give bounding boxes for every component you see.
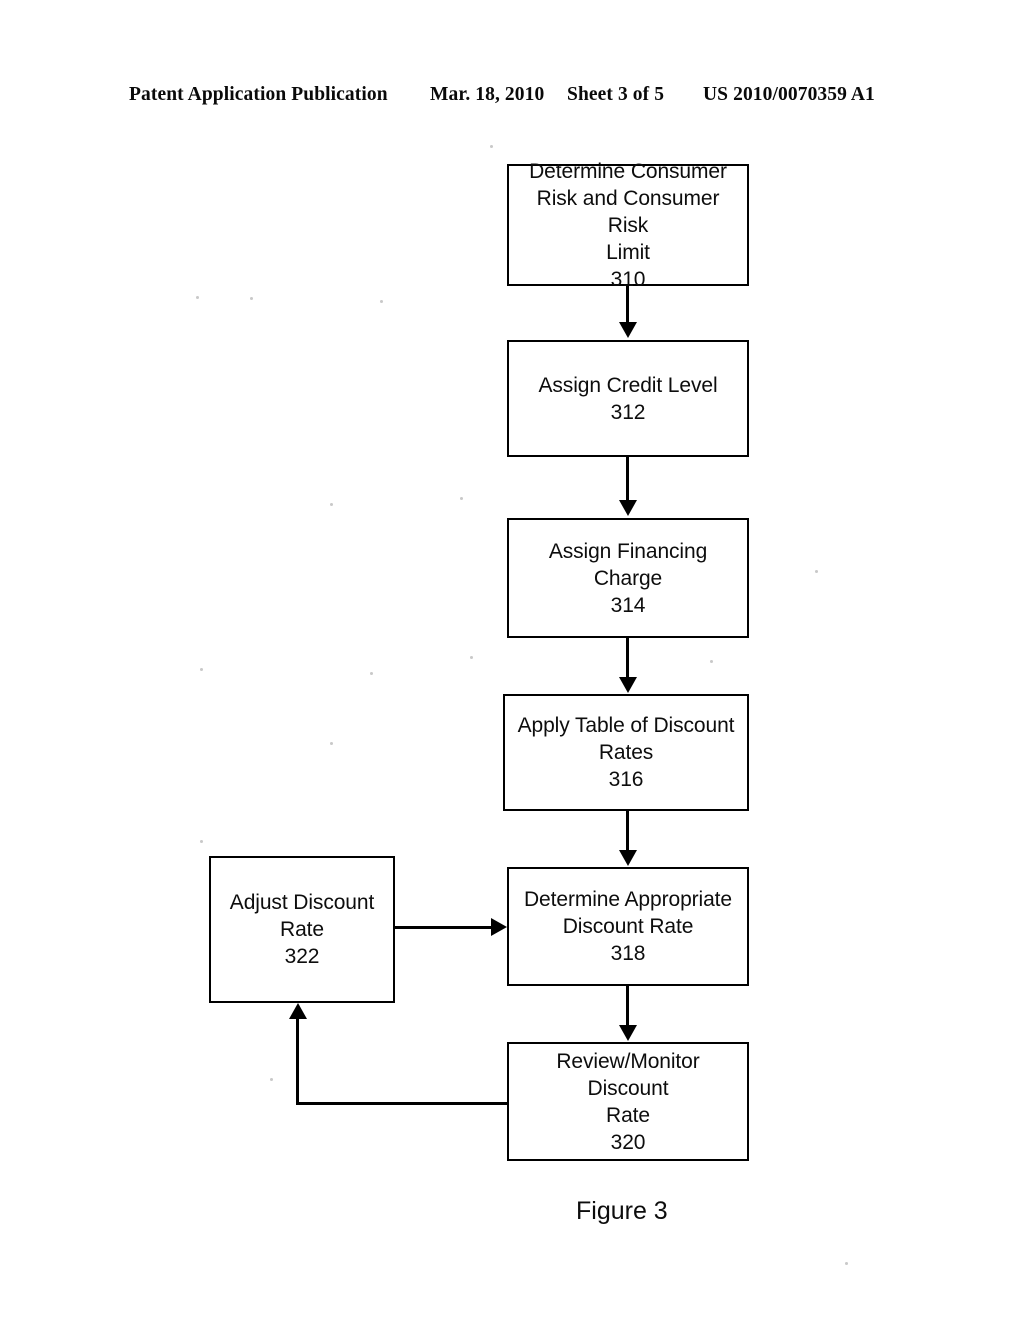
process-box-316-label: Apply Table of Discount Rates 316 [517, 714, 735, 791]
arrowhead-right-icon [491, 918, 507, 936]
scan-speckle [470, 656, 473, 659]
scan-speckle [490, 145, 493, 148]
scan-speckle [460, 497, 463, 500]
feedback-connector-vertical [296, 1019, 299, 1104]
scan-speckle [710, 660, 713, 663]
process-box-316[interactable]: Apply Table of Discount Rates 316 [503, 694, 749, 811]
process-box-314-label: Assign Financing Charge 314 [548, 539, 708, 617]
scan-speckle [815, 570, 818, 573]
scan-speckle [250, 297, 253, 300]
scan-speckle [196, 296, 199, 299]
arrowhead-down-icon [619, 850, 637, 866]
process-box-318-label: Determine Appropriate Discount Rate 318 [523, 888, 732, 965]
arrowhead-down-icon [619, 500, 637, 516]
arrowhead-up-icon [289, 1003, 307, 1019]
process-box-310-label: Determine Consumer Risk and Consumer Ris… [529, 159, 727, 291]
scan-speckle [845, 1262, 848, 1265]
connector-310-to-312 [626, 286, 629, 324]
process-box-314[interactable]: Assign Financing Charge 314 [507, 518, 749, 638]
connector-316-to-318 [626, 811, 629, 851]
arrowhead-down-icon [619, 677, 637, 693]
figure-caption: Figure 3 [576, 1197, 668, 1225]
connector-312-to-314 [626, 457, 629, 501]
scan-speckle [200, 668, 203, 671]
connector-314-to-316 [626, 638, 629, 678]
process-box-310[interactable]: Determine Consumer Risk and Consumer Ris… [507, 160, 749, 291]
process-box-320-label: Review/Monitor Discount Rate 320 [556, 1049, 700, 1154]
process-box-322-label: Adjust Discount Rate 322 [229, 891, 375, 968]
connector-318-to-320 [626, 986, 629, 1026]
process-box-312[interactable]: Assign Credit Level 312 [507, 340, 749, 457]
process-box-322[interactable]: Adjust Discount Rate 322 [209, 856, 395, 1003]
scan-speckle [330, 503, 333, 506]
arrowhead-down-icon [619, 322, 637, 338]
process-box-320[interactable]: Review/Monitor Discount Rate 320 [507, 1042, 749, 1161]
flowchart-diagram: Determine Consumer Risk and Consumer Ris… [0, 0, 1024, 1320]
scan-speckle [370, 672, 373, 675]
connector-322-to-318 [395, 926, 493, 929]
arrowhead-down-icon [619, 1025, 637, 1041]
process-box-318[interactable]: Determine Appropriate Discount Rate 318 [507, 867, 749, 986]
scan-speckle [200, 840, 203, 843]
feedback-connector-horizontal [296, 1102, 508, 1105]
scan-speckle [380, 300, 383, 303]
scan-speckle [330, 742, 333, 745]
scan-speckle [270, 1078, 273, 1081]
process-box-312-label: Assign Credit Level 312 [538, 373, 718, 424]
